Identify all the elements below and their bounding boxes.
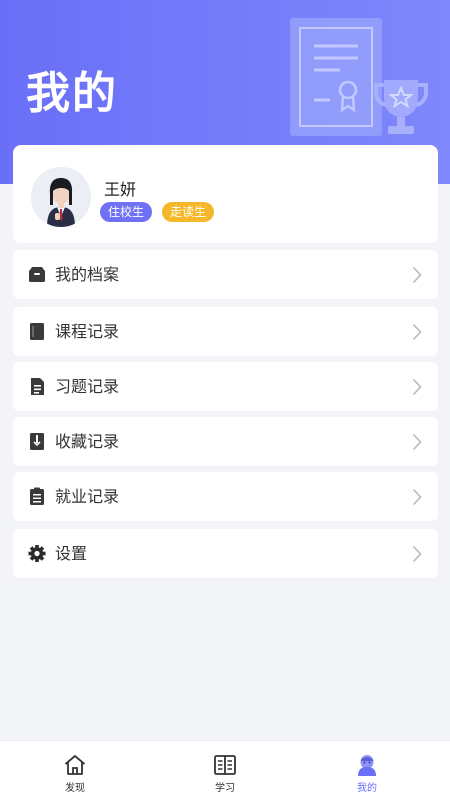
- certificate-icon: [290, 18, 382, 136]
- home-icon: [64, 755, 86, 775]
- menu-label-favorite-records: 收藏记录: [55, 432, 120, 451]
- menu-label-exercise-records: 习题记录: [55, 377, 120, 396]
- clipboard-icon: [30, 487, 44, 505]
- avatar[interactable]: [31, 167, 91, 227]
- menu-label-employment-records: 就业记录: [55, 487, 120, 506]
- menu-item-settings[interactable]: 设置: [13, 529, 438, 578]
- document-list-icon: [31, 378, 44, 395]
- chevron-right-icon: [412, 266, 422, 284]
- menu-item-course-records[interactable]: 课程记录: [13, 307, 438, 356]
- chevron-right-icon: [412, 378, 422, 396]
- menu-label-course-records: 课程记录: [55, 322, 120, 341]
- chevron-right-icon: [412, 323, 422, 341]
- profile-icon: [358, 755, 376, 776]
- chevron-right-icon: [412, 488, 422, 506]
- user-name: 王妍: [104, 180, 137, 199]
- page-title: 我的: [26, 68, 118, 119]
- tab-label-study: 学习: [215, 783, 235, 794]
- book-icon: [30, 323, 44, 340]
- tab-label-discover: 发现: [65, 783, 85, 794]
- menu-item-employment-records[interactable]: 就业记录: [13, 472, 438, 521]
- bottom-tab-bar: 发现 学习 我的: [0, 740, 450, 800]
- chevron-right-icon: [412, 433, 422, 451]
- profile-card[interactable]: 王妍 住校生 走读生: [13, 145, 438, 243]
- bookmark-icon: [30, 433, 44, 450]
- badge-day-student: 走读生: [162, 202, 215, 222]
- tab-label-mine: 我的: [357, 783, 377, 794]
- menu-item-favorite-records[interactable]: 收藏记录: [13, 417, 438, 466]
- menu-item-exercise-records[interactable]: 习题记录: [13, 362, 438, 411]
- badge-boarding-student: 住校生: [100, 202, 153, 222]
- gear-icon: [28, 545, 46, 562]
- archive-box-icon: [29, 267, 45, 282]
- tab-mine[interactable]: 我的: [327, 741, 407, 800]
- menu-item-archive[interactable]: 我的档案: [13, 250, 438, 299]
- menu-label-archive: 我的档案: [55, 265, 120, 284]
- trophy-icon: [374, 80, 428, 134]
- open-book-icon: [214, 755, 236, 775]
- chevron-right-icon: [412, 545, 422, 563]
- tab-study[interactable]: 学习: [185, 741, 265, 800]
- tab-discover[interactable]: 发现: [35, 741, 115, 800]
- avatar-portrait-icon: [31, 167, 91, 227]
- menu-label-settings: 设置: [55, 544, 88, 563]
